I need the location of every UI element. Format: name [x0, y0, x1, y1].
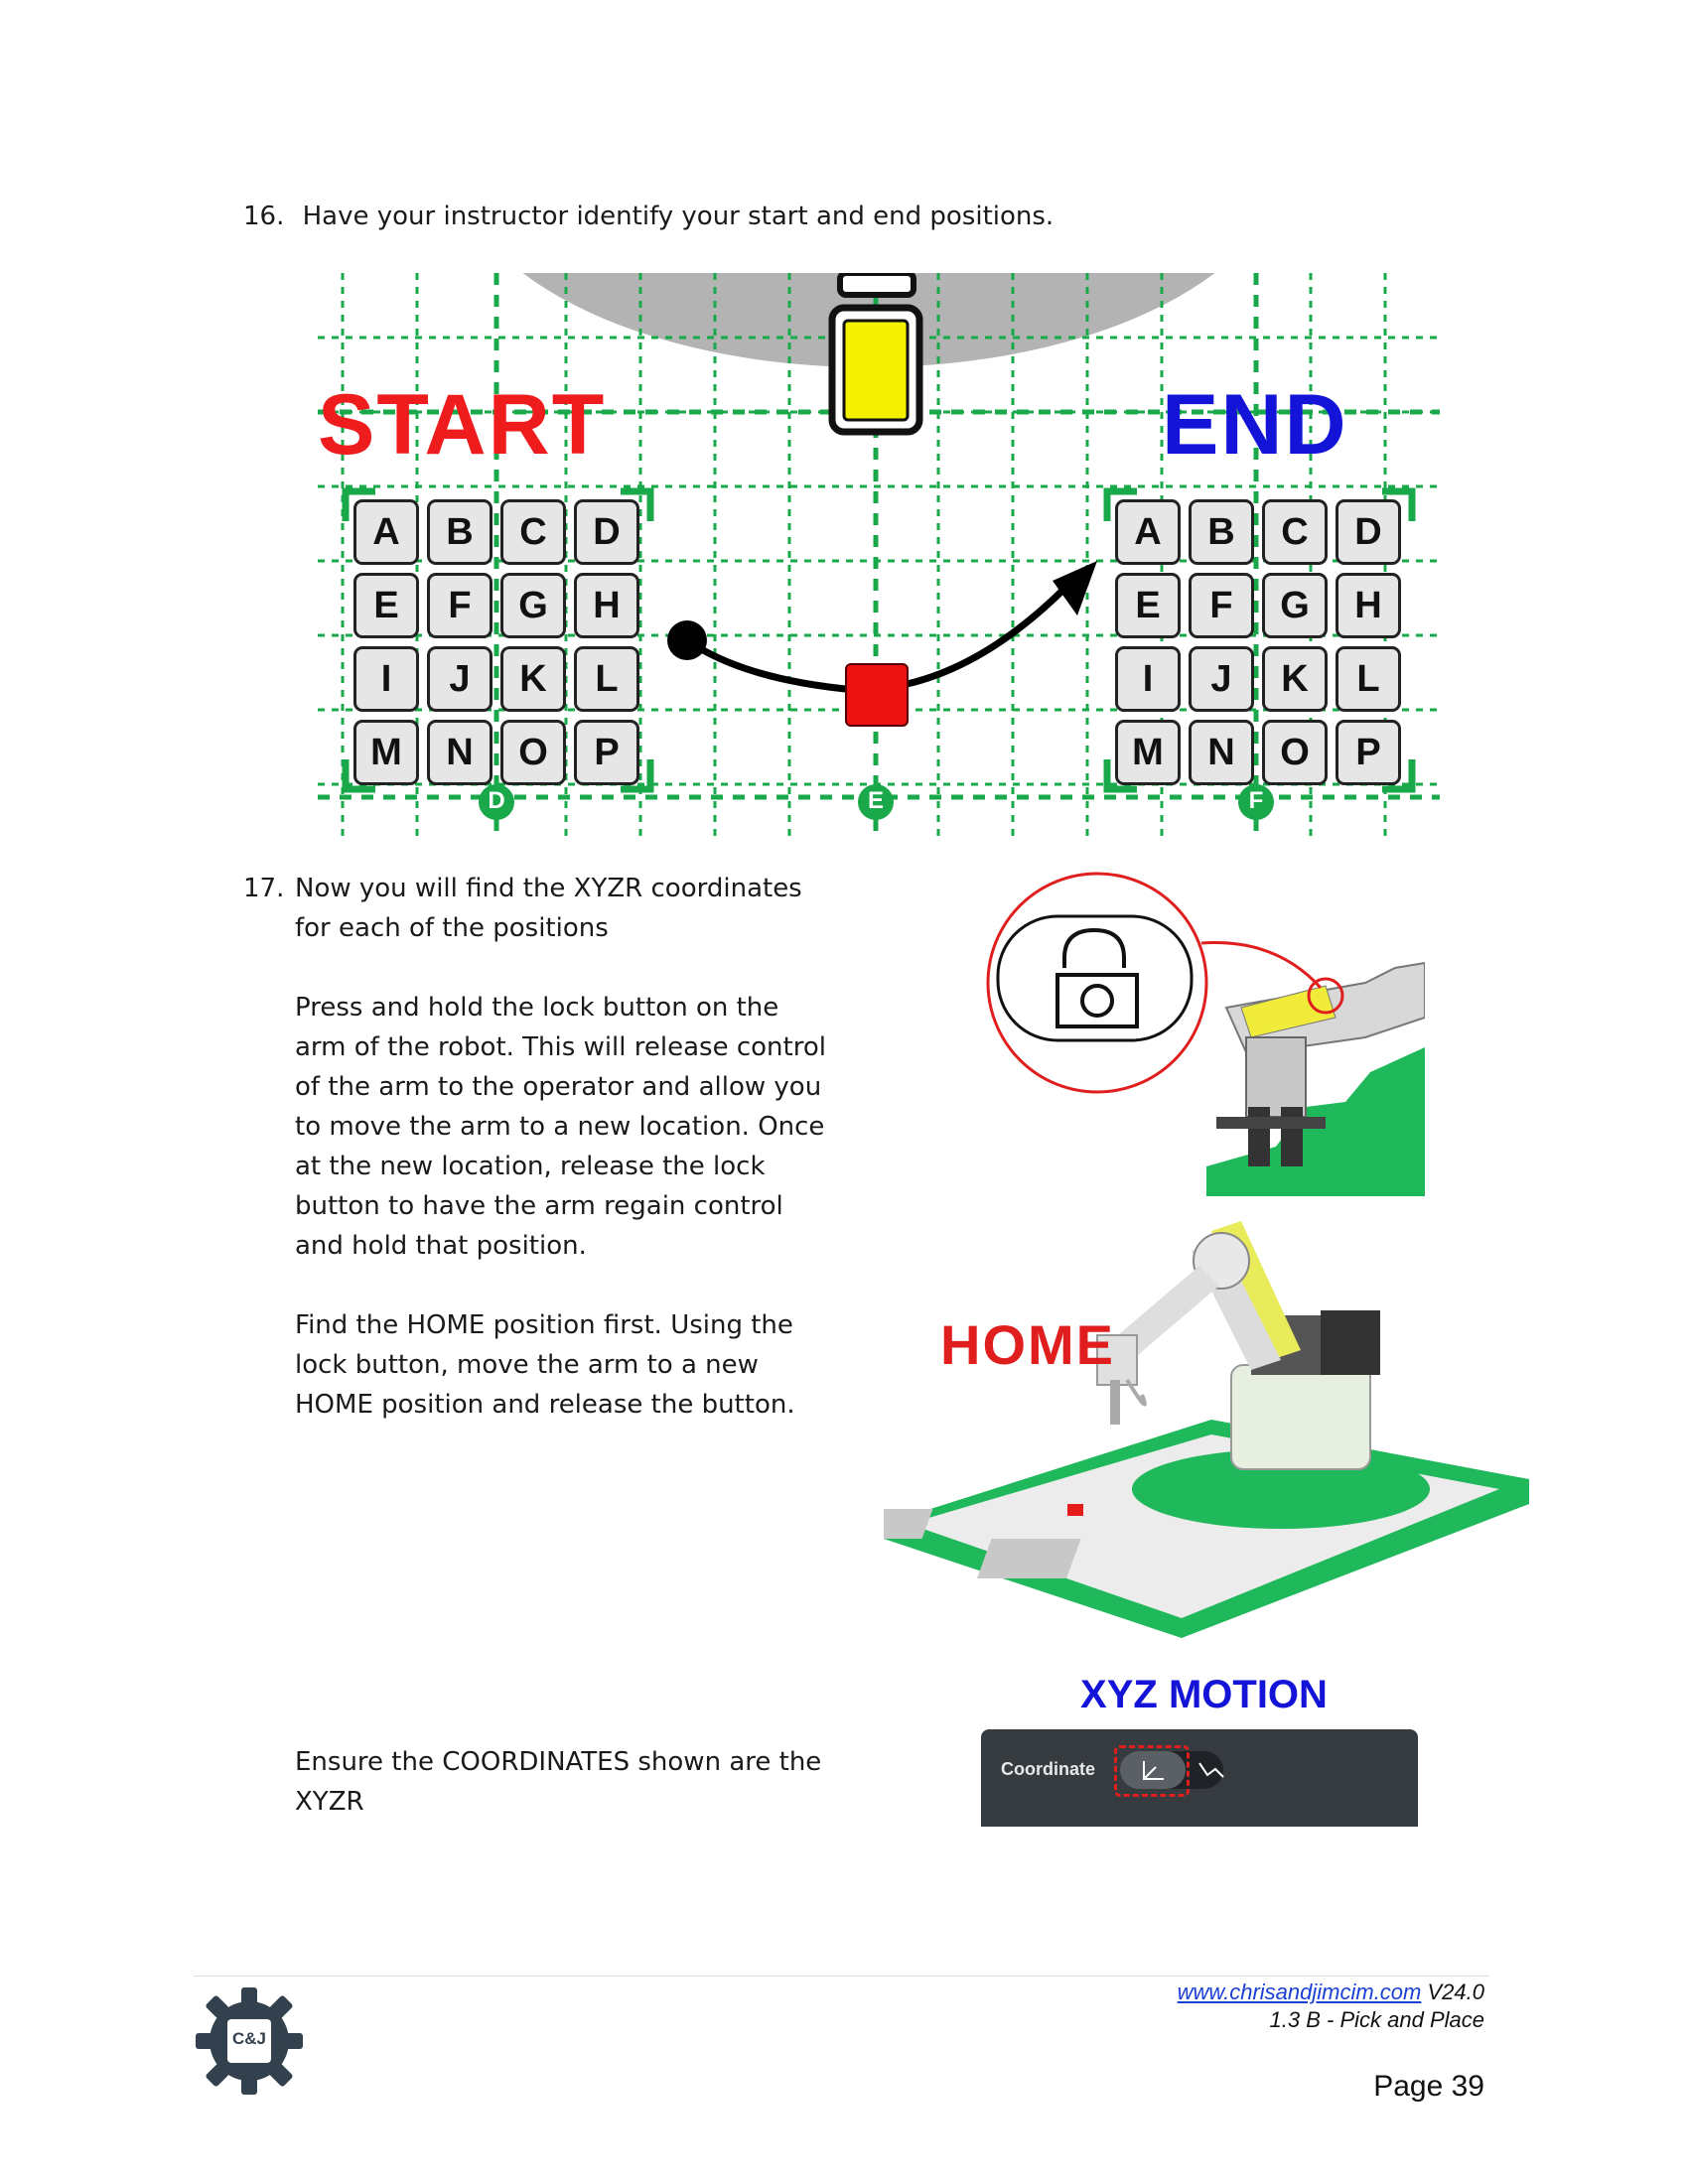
start-tile-h: H: [574, 573, 639, 638]
joint-icon: [1198, 1762, 1224, 1778]
step-16: 16. Have your instructor identify your s…: [243, 197, 1435, 236]
end-tile-e: E: [1115, 573, 1181, 638]
start-tile-o: O: [500, 720, 566, 785]
start-label: START: [318, 377, 607, 473]
start-tile-f: F: [427, 573, 492, 638]
highlight-box: [1114, 1745, 1190, 1797]
start-tile-d: D: [574, 499, 639, 565]
start-tile-l: L: [574, 646, 639, 712]
start-letter-board: ABCD EFGH IJKL MNOP: [348, 493, 645, 791]
end-tile-k: K: [1262, 646, 1328, 712]
step-17-coordinate-instructions: Ensure the COORDINATES shown are the XYZ…: [295, 1747, 822, 1817]
end-letter-board: ABCD EFGH IJKL MNOP: [1109, 493, 1407, 791]
end-tile-d: D: [1336, 499, 1401, 565]
marker-label-e: E: [867, 787, 884, 814]
end-tile-b: B: [1189, 499, 1254, 565]
footer-rule: [194, 1976, 1489, 1977]
end-tile-n: N: [1189, 720, 1254, 785]
end-tile-c: C: [1262, 499, 1328, 565]
start-tile-n: N: [427, 720, 492, 785]
start-tile-i: I: [353, 646, 419, 712]
start-tile-j: J: [427, 646, 492, 712]
footer-info: www.chrisandjimcim.com V24.0 1.3 B - Pic…: [973, 1979, 1484, 2034]
lesson-title: 1.3 B - Pick and Place: [1269, 2007, 1484, 2032]
step-16-text: Have your instructor identify your start…: [302, 202, 1055, 231]
step-17-lock-instructions: Press and hold the lock button on the ar…: [295, 993, 826, 1261]
coordinate-label: Coordinate: [1001, 1759, 1096, 1779]
step-17-number: 17.: [243, 874, 285, 903]
start-tile-e: E: [353, 573, 419, 638]
start-end-diagram: START END ABCDEFGHIJKLMNOP ABCDEFGHIJKLM…: [318, 273, 1440, 839]
marker-label-f: F: [1248, 787, 1264, 814]
start-tile-g: G: [500, 573, 566, 638]
robot-home-illustration: HOME: [857, 1221, 1529, 1638]
end-tile-p: P: [1336, 720, 1401, 785]
end-tile-g: G: [1262, 573, 1328, 638]
coordinate-panel: Coordinate: [981, 1729, 1418, 1827]
lock-button-illustration: [978, 869, 1426, 1196]
start-tile-k: K: [500, 646, 566, 712]
logo-text: C&J: [231, 2029, 266, 2048]
version: V24.0: [1427, 1979, 1485, 2004]
start-tile-c: C: [500, 499, 566, 565]
website-link[interactable]: www.chrisandjimcim.com: [1178, 1979, 1422, 2004]
robot-arm-icon: [857, 1221, 1529, 1638]
end-tile-i: I: [1115, 646, 1181, 712]
cj-logo: C&J: [194, 1985, 305, 2097]
end-tile-m: M: [1115, 720, 1181, 785]
marker-label-d: D: [488, 787, 505, 814]
home-label: HOME: [940, 1313, 1115, 1376]
step-17-intro: Now you will find the XYZR coordinates f…: [295, 874, 802, 943]
joint-coordinate-toggle[interactable]: [1192, 1751, 1231, 1789]
start-tile-a: A: [353, 499, 419, 565]
step-16-number: 16.: [243, 202, 285, 231]
start-tile-m: M: [353, 720, 419, 785]
end-tile-j: J: [1189, 646, 1254, 712]
page-number: Page 39: [1373, 2070, 1484, 2103]
end-tile-h: H: [1336, 573, 1401, 638]
end-tile-o: O: [1262, 720, 1328, 785]
end-label: END: [1162, 377, 1348, 473]
start-tile-p: P: [574, 720, 639, 785]
step-17-home-instructions: Find the HOME position first. Using the …: [295, 1310, 795, 1420]
start-tile-b: B: [427, 499, 492, 565]
lock-icon: [986, 872, 1426, 1196]
end-tile-f: F: [1189, 573, 1254, 638]
xyz-motion-title: XYZ MOTION: [1080, 1673, 1328, 1716]
end-tile-l: L: [1336, 646, 1401, 712]
end-tile-a: A: [1115, 499, 1181, 565]
